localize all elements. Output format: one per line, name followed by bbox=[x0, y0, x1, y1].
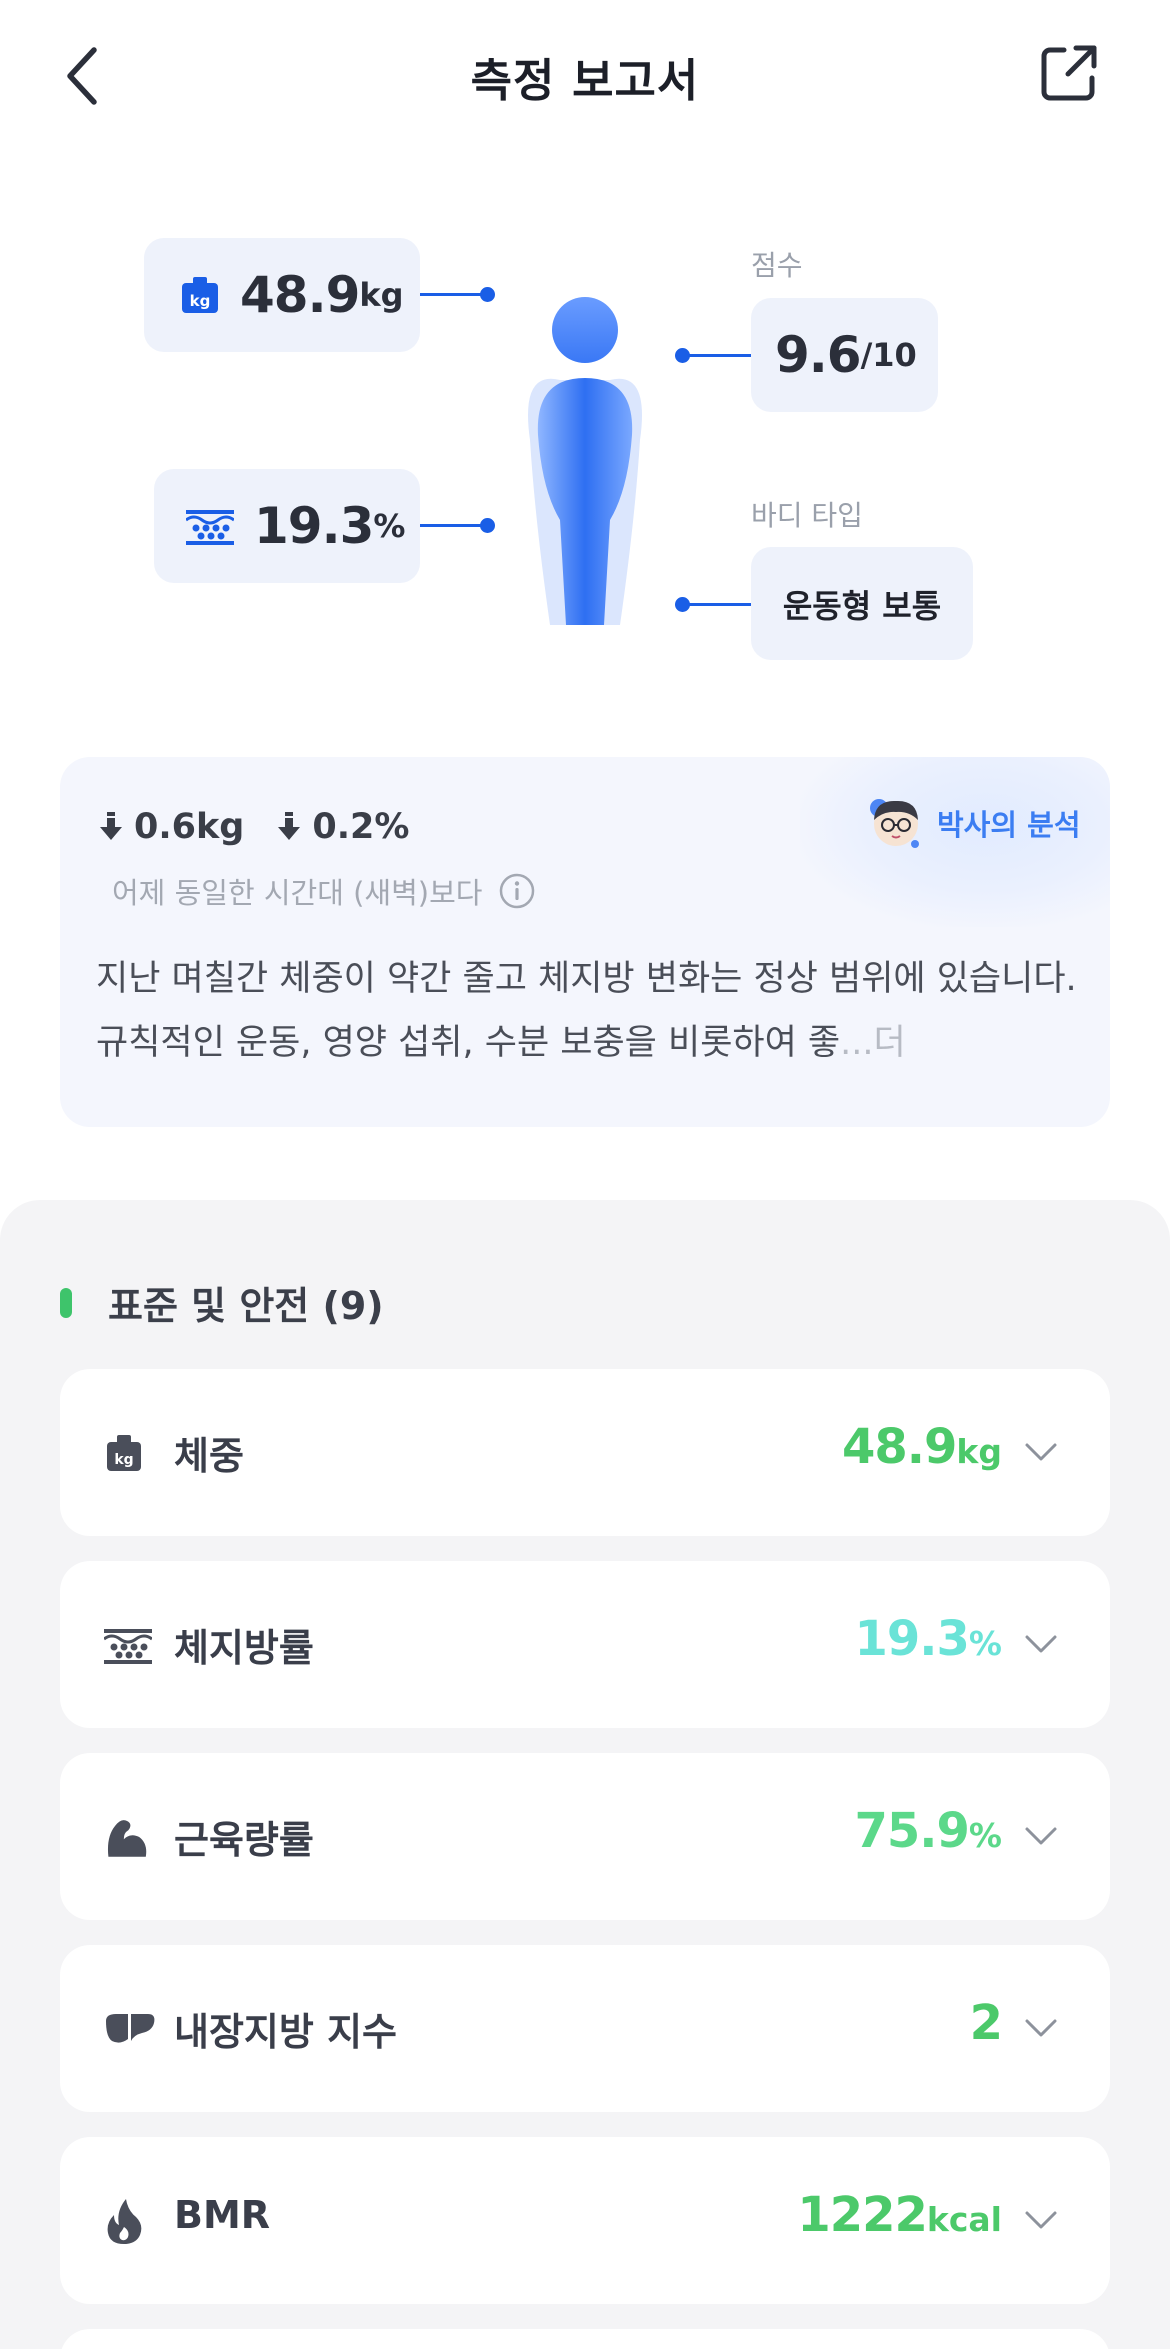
chevron-down-icon[interactable] bbox=[1024, 1633, 1058, 1655]
section-marker bbox=[60, 1287, 72, 1318]
weight-connector-dot bbox=[480, 287, 495, 302]
flame-icon bbox=[107, 2199, 142, 2244]
arrow-down-icon bbox=[100, 812, 122, 840]
body-fat-icon bbox=[186, 510, 234, 545]
body-type-connector bbox=[682, 603, 751, 606]
body-fat-unit: % bbox=[373, 507, 406, 545]
page-title: 측정 보고서 bbox=[470, 54, 700, 107]
weight-chip: kg 48.9 kg bbox=[144, 238, 420, 352]
share-icon bbox=[1041, 45, 1097, 101]
analysis-summary: 지난 며칠간 체중이 약간 줄고 체지방 변화는 정상 범위에 있습니다. 규칙… bbox=[96, 947, 1096, 1075]
body-figure bbox=[528, 297, 642, 625]
metric-name: BMR bbox=[174, 2193, 271, 2237]
metric-unit: % bbox=[968, 1624, 1002, 1663]
metric-card-weight[interactable]: kg 체중 48.9 kg bbox=[60, 1369, 1110, 1536]
metric-value-group: 75.9 % bbox=[854, 1803, 1002, 1859]
metric-value: 2 bbox=[969, 1995, 1003, 2051]
fat-connector-dot bbox=[480, 518, 495, 533]
chevron-down-icon[interactable] bbox=[1024, 2017, 1058, 2039]
metric-value-group: 2 bbox=[969, 1995, 1003, 2051]
analysis-card[interactable]: 0.6kg 0.2% 어제 동일한 시간대 (새벽)보다 박사의 분석 지난 며… bbox=[60, 757, 1110, 1127]
fat-connector bbox=[420, 524, 486, 527]
weight-icon: kg bbox=[182, 277, 218, 313]
metric-unit: % bbox=[968, 1816, 1002, 1855]
metric-value: 1222 bbox=[797, 2187, 928, 2243]
metric-name: 체중 bbox=[174, 1434, 244, 1478]
metric-name: 내장지방 지수 bbox=[174, 2010, 397, 2054]
doctor-avatar-icon bbox=[870, 799, 919, 848]
compare-text: 어제 동일한 시간대 (새벽)보다 bbox=[112, 876, 483, 910]
score-label: 점수 bbox=[751, 249, 803, 282]
body-fat-value: 19.3 bbox=[254, 497, 374, 555]
weight-delta: 0.6kg bbox=[100, 807, 244, 847]
visceral-fat-icon bbox=[106, 2014, 155, 2043]
weight-icon: kg bbox=[107, 1435, 141, 1471]
header: 측정 보고서 bbox=[0, 0, 1170, 150]
section-header: 표준 및 안전 (9) bbox=[60, 1275, 384, 1330]
weight-delta-value: 0.6kg bbox=[134, 807, 245, 847]
metric-card-visceral-fat[interactable]: 내장지방 지수 2 bbox=[60, 1945, 1110, 2112]
score-chip: 9.6 /10 bbox=[751, 298, 938, 412]
delta-row: 0.6kg 0.2% bbox=[100, 807, 443, 847]
section-title: 표준 및 안전 (9) bbox=[108, 1284, 384, 1328]
doctor-analysis-label: 박사의 분석 bbox=[937, 808, 1081, 842]
muscle-icon bbox=[107, 1820, 147, 1857]
metric-name: 근육량률 bbox=[174, 1818, 314, 1862]
read-more-link[interactable]: ...더 bbox=[840, 1023, 906, 1063]
metric-card-body-fat[interactable]: 체지방률 19.3 % bbox=[60, 1561, 1110, 1728]
body-type-label: 바디 타입 bbox=[751, 499, 863, 532]
chevron-down-icon[interactable] bbox=[1024, 1825, 1058, 1847]
metric-card-muscle[interactable]: 근육량률 75.9 % bbox=[60, 1753, 1110, 1920]
metric-value: 75.9 bbox=[854, 1803, 969, 1859]
body-type-chip: 운동형 보통 bbox=[751, 547, 973, 660]
svg-text:kg: kg bbox=[114, 1452, 133, 1468]
body-fat-icon bbox=[104, 1629, 152, 1664]
analysis-summary-text: 지난 며칠간 체중이 약간 줄고 체지방 변화는 정상 범위에 있습니다. 규칙… bbox=[96, 959, 1077, 1063]
metric-card-next[interactable] bbox=[60, 2329, 1110, 2349]
weight-unit: kg bbox=[359, 276, 404, 314]
score-unit: /10 bbox=[860, 336, 917, 374]
weight-connector bbox=[420, 293, 486, 296]
fat-delta: 0.2% bbox=[278, 807, 409, 847]
arrow-down-icon bbox=[278, 812, 301, 840]
body-fat-chip: 19.3 % bbox=[154, 469, 420, 583]
score-value: 9.6 bbox=[775, 326, 862, 384]
chevron-down-icon[interactable] bbox=[1024, 2209, 1058, 2231]
metric-value-group: 19.3 % bbox=[854, 1611, 1002, 1667]
metric-value: 48.9 bbox=[841, 1419, 957, 1475]
compare-row: 어제 동일한 시간대 (새벽)보다 bbox=[112, 870, 536, 912]
metric-unit: kcal bbox=[926, 2200, 1002, 2239]
fat-delta-value: 0.2% bbox=[312, 807, 410, 847]
metric-value: 19.3 bbox=[854, 1611, 969, 1667]
share-button[interactable] bbox=[1036, 40, 1102, 106]
score-connector bbox=[682, 354, 751, 357]
metric-value-group: 48.9 kg bbox=[842, 1419, 1002, 1475]
metric-card-bmr[interactable]: BMR 1222 kcal bbox=[60, 2137, 1110, 2304]
info-icon[interactable] bbox=[498, 872, 536, 910]
doctor-analysis-badge[interactable]: 박사의 분석 bbox=[867, 794, 1081, 852]
metric-name: 체지방률 bbox=[174, 1626, 314, 1670]
weight-value: 48.9 bbox=[240, 266, 360, 324]
body-type-value: 운동형 보통 bbox=[782, 586, 942, 625]
chevron-down-icon[interactable] bbox=[1024, 1441, 1058, 1463]
svg-text:kg: kg bbox=[190, 292, 211, 310]
metric-value-group: 1222 kcal bbox=[797, 2187, 1002, 2243]
metric-unit: kg bbox=[956, 1432, 1002, 1471]
